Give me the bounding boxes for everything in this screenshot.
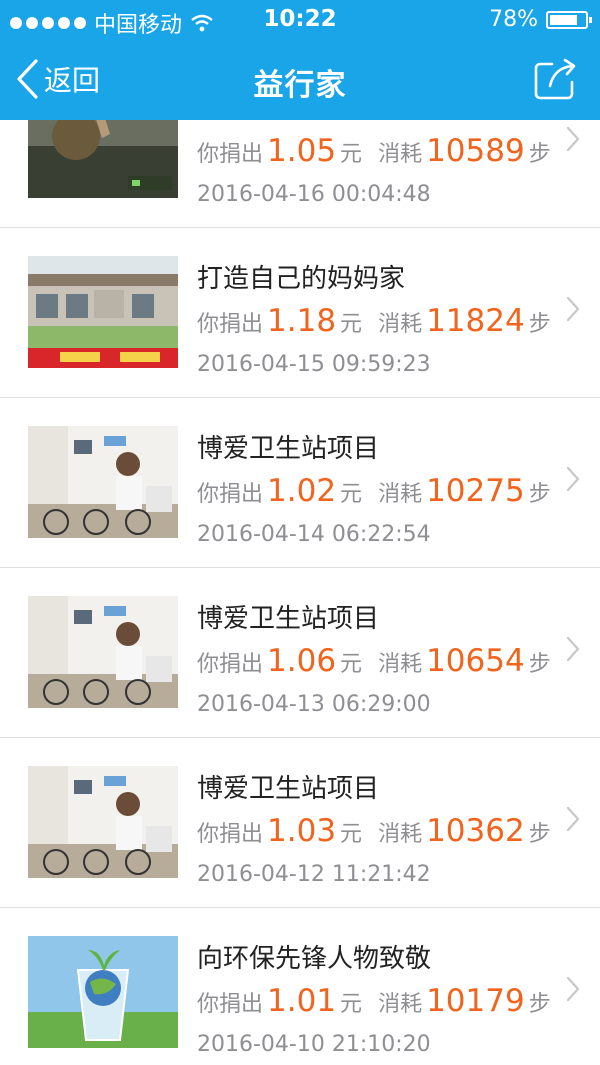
steps-unit: 步 <box>528 312 551 337</box>
chevron-right-icon <box>566 976 580 1002</box>
steps-unit: 步 <box>528 652 551 677</box>
item-title: 打造自己的妈妈家 <box>197 264 406 294</box>
battery-percentage: 78% <box>489 7 538 32</box>
donation-summary: 你捐出 1.02 元 消耗 10275 步 <box>197 473 551 509</box>
item-title: 博爱卫生站项目 <box>197 434 380 464</box>
health-station-photo <box>28 596 178 708</box>
currency-unit: 元 <box>340 992 363 1017</box>
chevron-right-icon <box>566 466 580 492</box>
item-timestamp: 2016-04-12 11:21:42 <box>197 862 431 887</box>
item-timestamp: 2016-04-13 06:29:00 <box>197 692 431 717</box>
chevron-right-icon <box>566 806 580 832</box>
community-center-photo <box>28 256 178 368</box>
steps-unit: 步 <box>528 822 551 847</box>
donation-summary: 你捐出 1.03 元 消耗 10362 步 <box>197 813 551 849</box>
eco-glass-photo <box>28 936 178 1048</box>
donation-amount: 1.02 <box>267 473 337 509</box>
chevron-right-icon <box>566 126 580 152</box>
step-count: 10179 <box>426 983 525 1019</box>
donation-summary: 你捐出 1.05 元 消耗 10589 步 <box>197 133 551 169</box>
item-title: 博爱卫生站项目 <box>197 774 380 804</box>
item-timestamp: 2016-04-15 09:59:23 <box>197 352 431 377</box>
donate-label: 你捐出 <box>197 652 264 677</box>
donation-summary: 你捐出 1.18 元 消耗 11824 步 <box>197 303 551 339</box>
list-item[interactable]: 博爱卫生站项目 你捐出 1.02 元 消耗 10275 步 2016-04-14… <box>0 398 600 568</box>
donation-amount: 1.06 <box>267 643 337 679</box>
item-timestamp: 2016-04-16 00:04:48 <box>197 182 431 207</box>
donation-amount: 1.05 <box>267 133 337 169</box>
donation-amount: 1.03 <box>267 813 337 849</box>
steps-unit: 步 <box>528 992 551 1017</box>
chevron-right-icon <box>566 636 580 662</box>
step-count: 10654 <box>426 643 525 679</box>
currency-unit: 元 <box>340 652 363 677</box>
list-item[interactable]: 博爱卫生站项目 你捐出 1.06 元 消耗 10654 步 2016-04-13… <box>0 568 600 738</box>
consume-label: 消耗 <box>378 482 423 507</box>
donation-amount: 1.01 <box>267 983 337 1019</box>
donation-history-list: 你捐出 1.05 元 消耗 10589 步 2016-04-16 00:04:4… <box>0 120 600 1065</box>
page-title: 益行家 <box>253 68 347 103</box>
consume-label: 消耗 <box>378 822 423 847</box>
steps-unit: 步 <box>528 482 551 507</box>
list-item[interactable]: 你捐出 1.05 元 消耗 10589 步 2016-04-16 00:04:4… <box>0 120 600 228</box>
volunteer-photo <box>28 120 178 198</box>
donate-label: 你捐出 <box>197 822 264 847</box>
battery-info: 78% <box>489 7 592 32</box>
donation-summary: 你捐出 1.01 元 消耗 10179 步 <box>197 983 551 1019</box>
steps-unit: 步 <box>528 142 551 167</box>
step-count: 10589 <box>426 133 525 169</box>
step-count: 11824 <box>426 303 525 339</box>
consume-label: 消耗 <box>378 992 423 1017</box>
navigation-bar: 返回 益行家 <box>0 40 600 120</box>
list-item[interactable]: 向环保先锋人物致敬 你捐出 1.01 元 消耗 10179 步 2016-04-… <box>0 908 600 1065</box>
donate-label: 你捐出 <box>197 992 264 1017</box>
donate-label: 你捐出 <box>197 482 264 507</box>
donate-label: 你捐出 <box>197 312 264 337</box>
item-timestamp: 2016-04-14 06:22:54 <box>197 522 431 547</box>
share-icon[interactable] <box>532 56 580 102</box>
consume-label: 消耗 <box>378 312 423 337</box>
item-title: 博爱卫生站项目 <box>197 604 380 634</box>
item-title: 向环保先锋人物致敬 <box>197 944 432 974</box>
list-item[interactable]: 博爱卫生站项目 你捐出 1.03 元 消耗 10362 步 2016-04-12… <box>0 738 600 908</box>
chevron-right-icon <box>566 296 580 322</box>
health-station-photo <box>28 426 178 538</box>
currency-unit: 元 <box>340 142 363 167</box>
currency-unit: 元 <box>340 482 363 507</box>
donation-summary: 你捐出 1.06 元 消耗 10654 步 <box>197 643 551 679</box>
step-count: 10362 <box>426 813 525 849</box>
consume-label: 消耗 <box>378 652 423 677</box>
battery-icon <box>546 10 592 29</box>
app-header: 中国移动 10:22 78% 返回 益行家 <box>0 0 600 120</box>
status-bar: 中国移动 10:22 78% <box>0 0 600 38</box>
currency-unit: 元 <box>340 312 363 337</box>
list-item[interactable]: 打造自己的妈妈家 你捐出 1.18 元 消耗 11824 步 2016-04-1… <box>0 228 600 398</box>
consume-label: 消耗 <box>378 142 423 167</box>
donate-label: 你捐出 <box>197 142 264 167</box>
donation-amount: 1.18 <box>267 303 337 339</box>
health-station-photo <box>28 766 178 878</box>
item-timestamp: 2016-04-10 21:10:20 <box>197 1032 431 1057</box>
step-count: 10275 <box>426 473 525 509</box>
currency-unit: 元 <box>340 822 363 847</box>
